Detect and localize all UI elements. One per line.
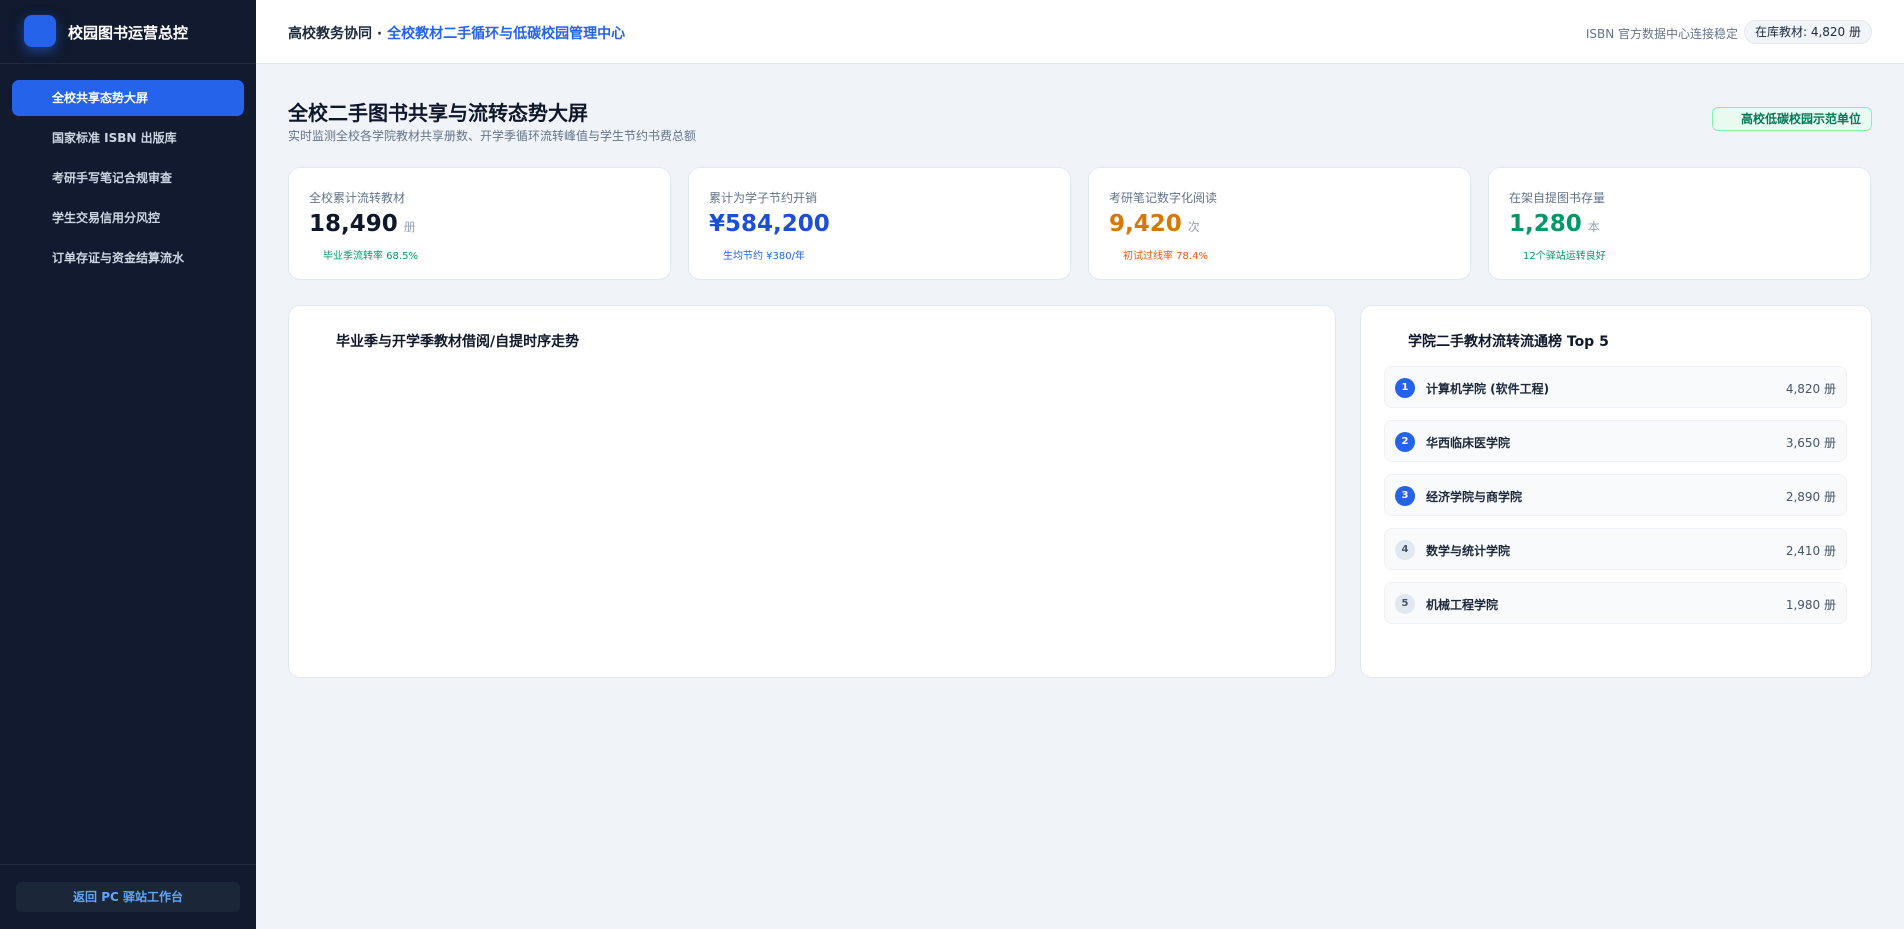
kpi-label: 累计为学子节约开销 — [709, 191, 818, 205]
ranking-row[interactable]: 3 经济学院与商学院 2,890 册 — [1384, 474, 1847, 516]
kpi-value: 9,420 次 — [1109, 211, 1200, 237]
sidebar-item-credit-risk[interactable]: 学生交易信用分风控 — [12, 200, 244, 236]
kpi-sub: 生均节约 ¥380/年 — [723, 251, 805, 262]
kpi-label: 考研笔记数字化阅读 — [1109, 191, 1218, 205]
sidebar-item-order-ledger[interactable]: 订单存证与资金结算流水 — [12, 240, 244, 276]
book-count: 1,980 册 — [1785, 598, 1836, 612]
sidebar-item-dashboard[interactable]: 全校共享态势大屏 — [12, 80, 244, 116]
kpi-card-notes-reading: 考研笔记数字化阅读 9,420 次 初试过线率 78.4% — [1088, 167, 1471, 280]
sidebar-item-notes-review[interactable]: 考研手写笔记合规审查 — [12, 160, 244, 196]
connection-status: ISBN 官方数据中心连接稳定 — [1585, 27, 1738, 41]
brand-logo-icon — [24, 15, 56, 47]
kpi-sub: 12个驿站运转良好 — [1523, 251, 1606, 262]
kpi-number: 18,490 — [309, 211, 398, 237]
back-to-workbench-button[interactable]: 返回 PC 驿站工作台 — [16, 882, 240, 912]
rank-number: 5 — [1395, 594, 1415, 614]
breadcrumb-separator: · — [376, 26, 383, 42]
kpi-number: 9,420 — [1109, 211, 1182, 237]
kpi-sub: 初试过线率 78.4% — [1123, 251, 1208, 262]
kpi-unit: 本 — [1587, 220, 1600, 234]
kpi-card-circulation: 全校累计流转教材 18,490 册 毕业季流转率 68.5% — [288, 167, 671, 280]
kpi-sub: 毕业季流转率 68.5% — [323, 251, 418, 262]
kpi-value: ¥584,200 — [709, 211, 830, 237]
breadcrumb: 高校教务协同 · 全校教材二手循环与低碳校园管理中心 — [288, 23, 625, 43]
college-name: 数学与统计学院 — [1426, 544, 1511, 558]
book-count: 4,820 册 — [1785, 382, 1836, 396]
stock-badge: 在库教材: 4,820 册 — [1743, 20, 1872, 44]
ranking-row[interactable]: 2 华西临床医学院 3,650 册 — [1384, 420, 1847, 462]
college-name: 机械工程学院 — [1426, 598, 1499, 612]
sidebar: 校园图书运营总控 全校共享态势大屏 国家标准 ISBN 出版库 考研手写笔记合规… — [0, 0, 256, 929]
rank-number: 4 — [1395, 540, 1415, 560]
kpi-card-savings: 累计为学子节约开销 ¥584,200 生均节约 ¥380/年 — [688, 167, 1071, 280]
sidebar-item-isbn-library[interactable]: 国家标准 ISBN 出版库 — [12, 120, 244, 156]
kpi-unit: 次 — [1187, 220, 1200, 234]
ranking-row[interactable]: 4 数学与统计学院 2,410 册 — [1384, 528, 1847, 570]
kpi-value: 18,490 册 — [309, 211, 416, 237]
college-name: 华西临床医学院 — [1426, 436, 1511, 450]
page-title: 全校二手图书共享与流转态势大屏 — [288, 101, 588, 125]
top-header: 高校教务协同 · 全校教材二手循环与低碳校园管理中心 ISBN 官方数据中心连接… — [256, 0, 1904, 64]
college-name: 计算机学院 (软件工程) — [1426, 382, 1550, 396]
kpi-label: 在架自提图书存量 — [1509, 191, 1606, 205]
sidebar-footer: 返回 PC 驿站工作台 — [0, 864, 256, 929]
rank-number: 2 — [1395, 432, 1415, 452]
ranking-row[interactable]: 1 计算机学院 (软件工程) 4,820 册 — [1384, 366, 1847, 408]
kpi-label: 全校累计流转教材 — [309, 191, 406, 205]
kpi-number: 1,280 — [1509, 211, 1582, 237]
college-name: 经济学院与商学院 — [1426, 490, 1523, 504]
kpi-number: ¥584,200 — [709, 211, 830, 237]
book-count: 2,890 册 — [1785, 490, 1836, 504]
rank-number: 3 — [1395, 486, 1415, 506]
breadcrumb-prefix: 高校教务协同 — [288, 26, 372, 42]
breadcrumb-current: 全校教材二手循环与低碳校园管理中心 — [387, 26, 626, 42]
ranking-panel-title: 学院二手教材流转流通榜 Top 5 — [1408, 334, 1609, 350]
kpi-card-shelf-stock: 在架自提图书存量 1,280 本 12个驿站运转良好 — [1488, 167, 1871, 280]
kpi-value: 1,280 本 — [1509, 211, 1600, 237]
demo-unit-badge: 高校低碳校园示范单位 — [1711, 107, 1872, 131]
brand: 校园图书运营总控 — [0, 0, 256, 64]
book-count: 2,410 册 — [1785, 544, 1836, 558]
book-count: 3,650 册 — [1785, 436, 1836, 450]
brand-title: 校园图书运营总控 — [68, 24, 189, 42]
kpi-unit: 册 — [403, 220, 416, 234]
ranking-row[interactable]: 5 机械工程学院 1,980 册 — [1384, 582, 1847, 624]
ranking-panel: 学院二手教材流转流通榜 Top 5 1 计算机学院 (软件工程) 4,820 册… — [1360, 305, 1872, 678]
page-subtitle: 实时监测全校各学院教材共享册数、开学季循环流转峰值与学生节约书费总额 — [288, 129, 697, 143]
trend-chart-area — [313, 370, 1311, 653]
rank-number: 1 — [1395, 378, 1415, 398]
trend-panel: 毕业季与开学季教材借阅/自提时序走势 — [288, 305, 1336, 678]
trend-panel-title: 毕业季与开学季教材借阅/自提时序走势 — [336, 334, 580, 350]
